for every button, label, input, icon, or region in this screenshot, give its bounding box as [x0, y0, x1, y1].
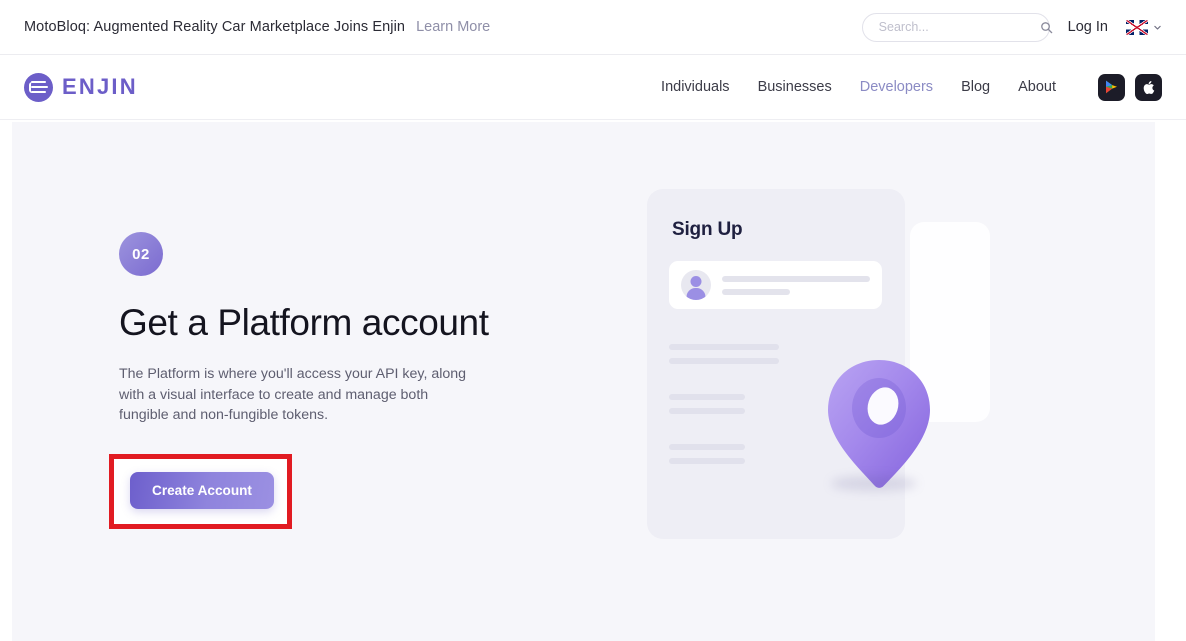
signup-illustration: Sign Up — [637, 167, 1057, 587]
skeleton-line — [669, 444, 745, 450]
chevron-down-icon — [1154, 25, 1161, 30]
map-pin-3d — [817, 352, 947, 512]
field-placeholder-bars — [722, 275, 870, 295]
step-number-badge: 02 — [119, 232, 163, 276]
search-box[interactable] — [861, 12, 1052, 42]
hero-content: 02 Get a Platform account The Platform i… — [109, 232, 589, 529]
cta-area: Create Account — [109, 448, 589, 529]
nav-item-businesses[interactable]: Businesses — [758, 79, 832, 95]
signup-field-row — [669, 261, 882, 309]
skeleton-group — [669, 344, 779, 372]
skeleton-group — [669, 444, 745, 472]
hero-description: The Platform is where you'll access your… — [119, 366, 467, 424]
page-title: Get a Platform account — [119, 302, 489, 343]
enjin-logo-icon — [24, 72, 53, 102]
skeleton-group — [669, 394, 745, 422]
skeleton-line — [669, 394, 745, 400]
nav-item-individuals[interactable]: Individuals — [661, 79, 730, 95]
page-root: MotoBloq: Augmented Reality Car Marketpl… — [0, 0, 1186, 641]
create-account-button[interactable]: Create Account — [130, 471, 274, 509]
google-play-icon — [1106, 80, 1117, 94]
uk-flag-icon — [1126, 19, 1148, 35]
pin-shadow — [831, 476, 917, 491]
announcement-right-group: Log In — [861, 12, 1162, 42]
language-selector[interactable] — [1126, 19, 1162, 35]
apple-app-store-badge[interactable] — [1135, 73, 1162, 101]
hero-section: 02 Get a Platform account The Platform i… — [12, 122, 1155, 641]
enjin-wordmark: ENJIN — [62, 74, 138, 99]
signup-card-title: Sign Up — [672, 219, 743, 240]
user-avatar-icon — [681, 270, 711, 300]
announcement-bar: MotoBloq: Augmented Reality Car Marketpl… — [0, 0, 1186, 55]
apple-icon — [1143, 80, 1155, 94]
nav-item-about[interactable]: About — [1018, 79, 1056, 95]
search-input[interactable] — [878, 20, 1040, 34]
enjin-logo[interactable]: ENJIN — [24, 72, 138, 102]
main-navbar: ENJIN Individuals Businesses Developers … — [0, 55, 1186, 120]
announcement-learn-more-link[interactable]: Learn More — [416, 19, 490, 35]
placeholder-bar — [722, 275, 870, 282]
login-link[interactable]: Log In — [1068, 19, 1108, 35]
search-icon — [1040, 21, 1052, 33]
skeleton-line — [669, 458, 745, 464]
skeleton-line — [669, 408, 745, 414]
announcement-text: MotoBloq: Augmented Reality Car Marketpl… — [24, 19, 406, 35]
google-play-badge[interactable] — [1098, 73, 1125, 101]
skeleton-line — [669, 344, 779, 350]
nav-item-blog[interactable]: Blog — [961, 79, 990, 95]
nav-item-developers[interactable]: Developers — [860, 79, 933, 95]
skeleton-line — [669, 358, 779, 364]
store-badges — [1098, 73, 1162, 101]
nav-links: Individuals Businesses Developers Blog A… — [661, 73, 1162, 101]
placeholder-bar — [722, 288, 791, 295]
